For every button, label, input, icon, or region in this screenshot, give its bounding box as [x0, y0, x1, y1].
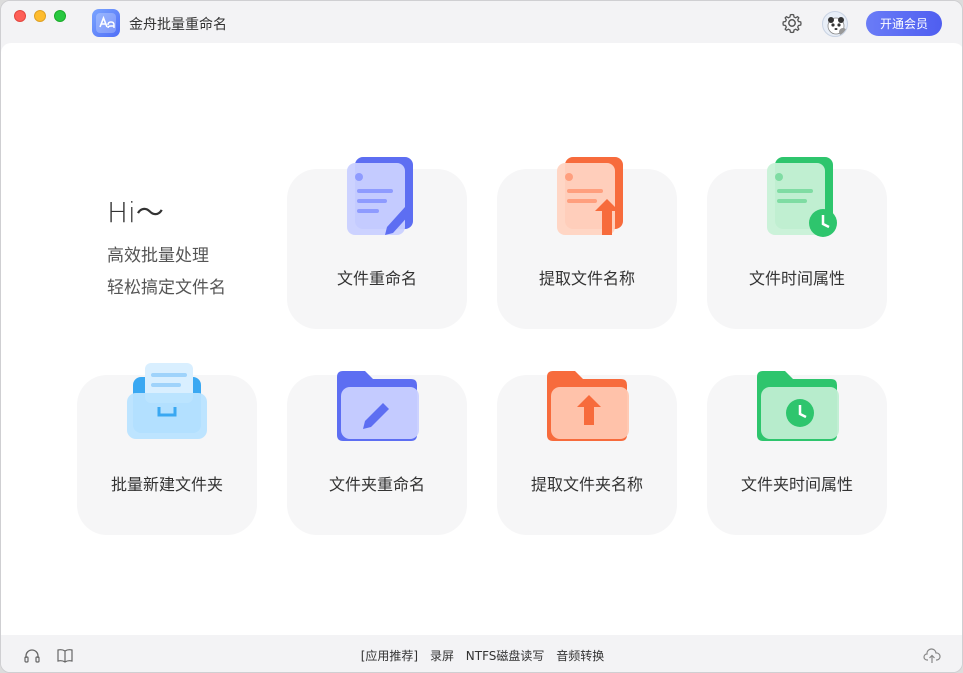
file-extract-icon	[537, 149, 637, 249]
folder-time-icon	[747, 355, 847, 455]
card-file-rename[interactable]: 文件重命名	[287, 157, 467, 329]
app-recommend-label: [应用推荐]	[360, 649, 419, 663]
footer-links: [应用推荐] 录屏 NTFS磁盘读写 音频转换	[1, 647, 962, 664]
card-extract-folder-name[interactable]: 提取文件夹名称	[497, 371, 677, 535]
card-file-time[interactable]: 文件时间属性	[707, 157, 887, 329]
app-window: 金舟批量重命名 开通会员 Hi～ 高效批量处理 轻松搞定文件名 文件重命名 提取…	[0, 0, 963, 673]
card-batch-new-folder-label: 批量新建文件夹	[110, 475, 223, 494]
title-bar: 金舟批量重命名 开通会员	[1, 1, 962, 43]
link-ntfs[interactable]: NTFS磁盘读写	[466, 649, 545, 663]
folder-rename-icon	[327, 355, 427, 455]
card-folder-time-label: 文件夹时间属性	[740, 475, 853, 494]
minimize-window-button[interactable]	[34, 10, 46, 22]
close-window-button[interactable]	[14, 10, 26, 22]
link-screen-record[interactable]: 录屏	[430, 649, 454, 663]
vip-button[interactable]: 开通会员	[866, 11, 942, 36]
card-extract-file-name-label: 提取文件名称	[538, 269, 635, 288]
card-folder-time[interactable]: 文件夹时间属性	[707, 371, 887, 535]
gear-icon[interactable]	[781, 12, 803, 34]
footer-bar: [应用推荐] 录屏 NTFS磁盘读写 音频转换	[1, 635, 962, 672]
maximize-window-button[interactable]	[54, 10, 66, 22]
link-audio-convert[interactable]: 音频转换	[556, 649, 604, 663]
card-file-rename-label: 文件重命名	[336, 269, 417, 288]
greeting-line-1: 高效批量处理	[107, 246, 209, 266]
card-extract-file-name[interactable]: 提取文件名称	[497, 157, 677, 329]
file-time-icon	[747, 149, 847, 249]
card-batch-new-folder[interactable]: 批量新建文件夹	[77, 363, 257, 535]
card-folder-rename[interactable]: 文件夹重命名	[287, 371, 467, 535]
greeting-line-2: 轻松搞定文件名	[107, 278, 226, 298]
file-rename-icon	[327, 149, 427, 249]
app-title: 金舟批量重命名	[129, 17, 227, 33]
cloud-upload-icon[interactable]	[923, 647, 941, 665]
folder-new-icon	[117, 355, 217, 455]
app-logo-icon	[92, 9, 120, 37]
card-extract-folder-name-label: 提取文件夹名称	[530, 475, 643, 494]
folder-extract-icon	[537, 355, 637, 455]
greeting-title: Hi～	[107, 196, 164, 229]
card-folder-rename-label: 文件夹重命名	[328, 475, 425, 494]
avatar[interactable]	[822, 11, 848, 37]
card-file-time-label: 文件时间属性	[748, 269, 845, 288]
main-panel: Hi～ 高效批量处理 轻松搞定文件名 文件重命名 提取文件名称 文件时间属性 批…	[1, 43, 962, 635]
